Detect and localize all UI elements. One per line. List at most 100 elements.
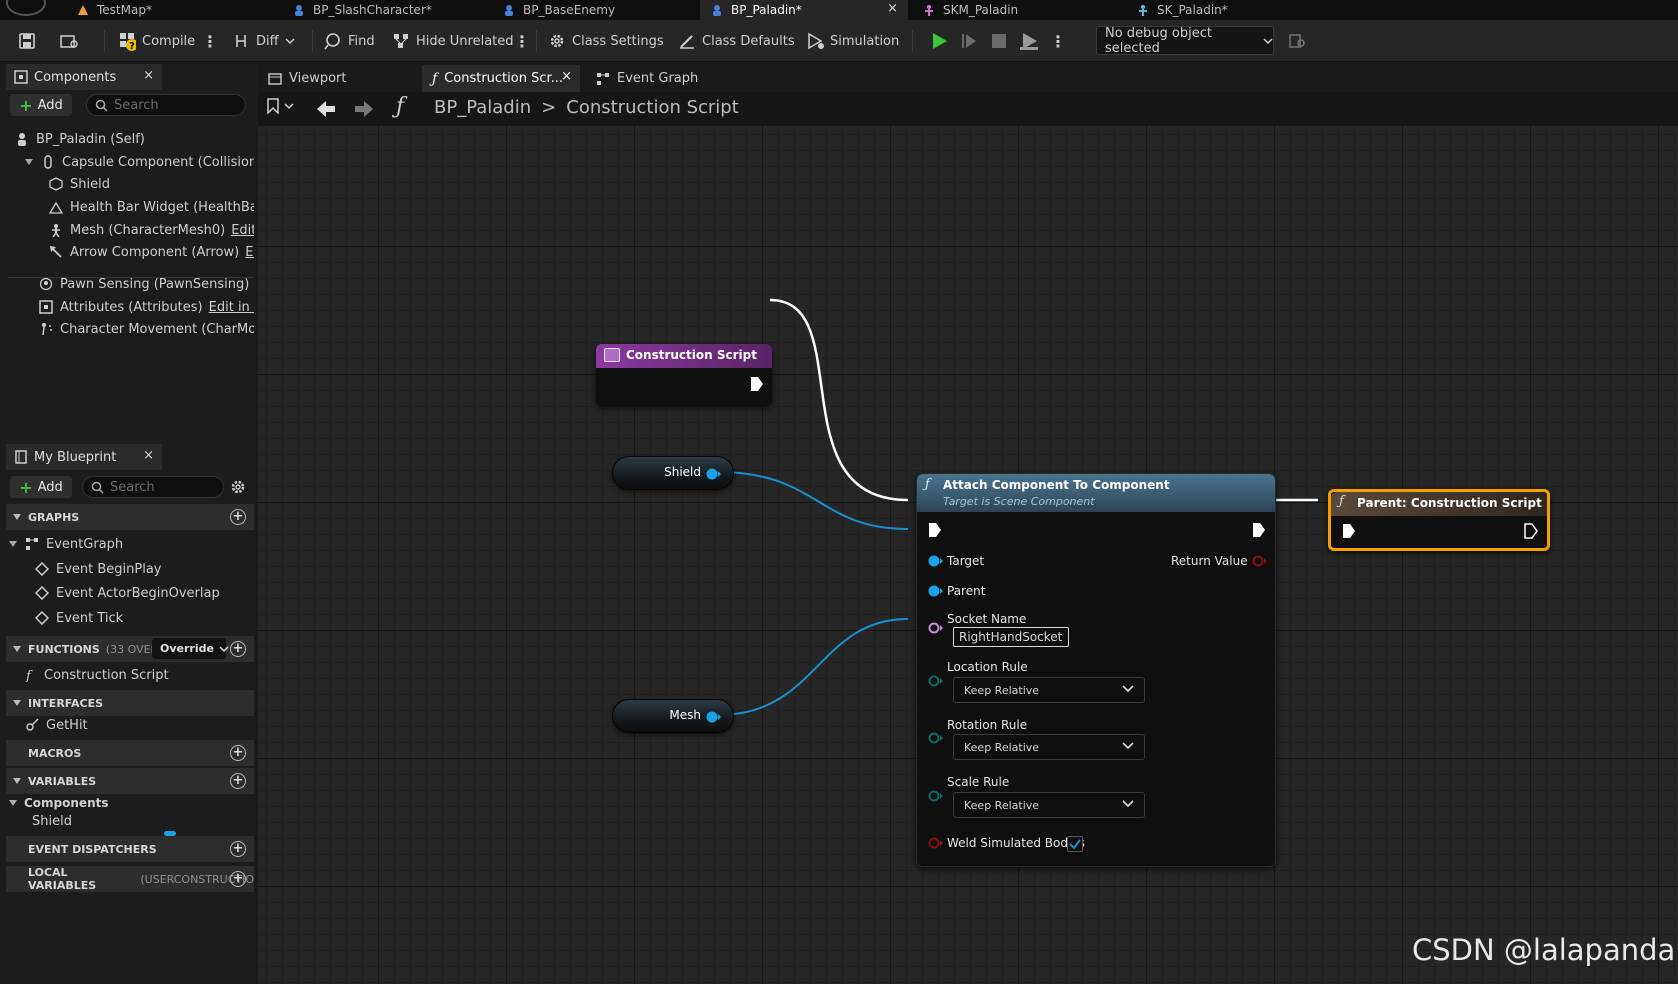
exec-out-pin-icon[interactable] <box>749 376 765 392</box>
location-rule-pin-icon[interactable] <box>927 673 943 689</box>
attach-component-node[interactable]: ƒ Attach Component To Component Target i… <box>916 473 1276 867</box>
add-variable-icon[interactable]: + <box>230 773 246 789</box>
edit-link[interactable]: Edit <box>245 245 254 260</box>
compile-button[interactable]: ? Compile <box>114 28 199 54</box>
component-arrow[interactable]: Arrow Component (Arrow) Edit <box>48 241 254 263</box>
my-blueprint-search-input[interactable]: Search <box>82 476 224 498</box>
browse-button[interactable] <box>56 28 82 54</box>
component-charmovement[interactable]: Character Movement (CharMove( <box>38 318 254 340</box>
component-shield[interactable]: Shield <box>48 173 254 195</box>
add-macro-icon[interactable]: + <box>230 745 246 761</box>
function-construction-script[interactable]: f Construction Script <box>22 664 248 686</box>
collapse-arrow-icon[interactable] <box>8 798 18 808</box>
settings-gear-icon[interactable] <box>230 479 246 495</box>
play-options-button[interactable]: ⋮ <box>1046 28 1070 54</box>
component-capsule[interactable]: Capsule Component (CollisionCyli <box>24 151 254 173</box>
eject-button[interactable] <box>1016 28 1042 54</box>
exec-out-pin-icon[interactable] <box>1251 522 1267 538</box>
socket-name-pin-icon[interactable] <box>927 620 943 636</box>
variables-section-header[interactable]: VARIABLES + <box>6 768 254 794</box>
weld-checkbox[interactable] <box>1067 836 1083 852</box>
play-button[interactable] <box>926 28 952 54</box>
stop-button[interactable] <box>986 28 1012 54</box>
local-variables-section-header[interactable]: LOCAL VARIABLES (USERCONSTRUCTIO + <box>6 866 254 892</box>
construction-script-node[interactable]: Construction Script <box>596 344 772 406</box>
tab-bp-baseenemy[interactable]: BP_BaseEnemy <box>492 0 688 20</box>
debug-find-button[interactable] <box>1284 28 1310 54</box>
edit-link[interactable]: Edit in <box>231 223 254 238</box>
forward-arrow-icon[interactable] <box>354 100 374 118</box>
class-settings-button[interactable]: Class Settings <box>544 28 668 54</box>
shield-variable-node[interactable]: Shield <box>612 456 734 490</box>
event-tick[interactable]: Event Tick <box>34 607 248 629</box>
add-function-icon[interactable]: + <box>230 641 246 657</box>
edit-link[interactable]: Edit in C++ <box>209 300 254 315</box>
tab-skm-paladin[interactable]: SKM_Paladin <box>912 0 1112 20</box>
return-value-pin-icon[interactable] <box>1251 553 1267 569</box>
variable-shield[interactable]: Shield <box>32 810 248 832</box>
event-dispatchers-section-header[interactable]: EVENT DISPATCHERS + <box>6 836 254 862</box>
bookmark-button[interactable] <box>266 98 294 114</box>
component-self[interactable]: BP_Paladin (Self) <box>14 128 254 150</box>
collapse-arrow-icon[interactable] <box>8 539 18 549</box>
scale-rule-pin-icon[interactable] <box>927 788 943 804</box>
graphs-section-header[interactable]: GRAPHS + <box>6 504 254 530</box>
save-button[interactable] <box>14 28 40 54</box>
debug-object-select[interactable]: No debug object selected <box>1096 26 1274 56</box>
tab-viewport[interactable]: Viewport <box>258 65 416 92</box>
exec-in-pin-icon[interactable] <box>1341 523 1357 539</box>
socket-name-input[interactable]: RightHandSocket <box>953 627 1069 647</box>
tab-close-icon[interactable]: × <box>561 69 572 84</box>
interface-gethit[interactable]: GetHit <box>24 714 248 736</box>
components-panel-tab[interactable]: Components × <box>6 64 162 90</box>
functions-section-header[interactable]: FUNCTIONS (33 OVERRI Override + <box>6 636 254 662</box>
rotation-rule-pin-icon[interactable] <box>927 730 943 746</box>
hide-unrelated-options-button[interactable]: ⋮ <box>510 28 534 54</box>
macros-section-header[interactable]: MACROS + <box>6 740 254 766</box>
event-beginplay[interactable]: Event BeginPlay <box>34 558 248 580</box>
expand-arrow-icon[interactable] <box>24 157 34 167</box>
back-arrow-icon[interactable] <box>316 100 336 118</box>
weld-pin-icon[interactable] <box>927 835 943 851</box>
exec-out-pin-icon[interactable] <box>1523 523 1539 539</box>
unreal-logo-icon[interactable] <box>6 0 46 16</box>
component-mesh[interactable]: Mesh (CharacterMesh0) Edit in <box>48 219 254 241</box>
object-out-pin-icon[interactable] <box>705 466 721 482</box>
parent-construction-script-node[interactable]: ƒ Parent: Construction Script <box>1328 489 1550 551</box>
object-out-pin-icon[interactable] <box>705 709 721 725</box>
component-pawnsensing[interactable]: Pawn Sensing (PawnSensing) Ec <box>38 273 254 295</box>
component-attributes[interactable]: Attributes (Attributes) Edit in C++ <box>38 296 254 318</box>
tab-testmap[interactable]: TestMap* <box>66 0 262 20</box>
add-graph-icon[interactable]: + <box>230 509 246 525</box>
override-dropdown[interactable]: Override <box>152 638 229 659</box>
mesh-variable-node[interactable]: Mesh <box>612 699 734 733</box>
my-blueprint-panel-tab[interactable]: My Blueprint × <box>6 444 162 470</box>
exec-in-pin-icon[interactable] <box>927 522 943 538</box>
add-local-variable-icon[interactable]: + <box>230 871 246 887</box>
graph-eventgraph[interactable]: EventGraph <box>8 533 248 555</box>
tab-construction-script[interactable]: ƒ Construction Scr... × <box>422 65 580 92</box>
tab-bp-slashcharacter[interactable]: BP_SlashCharacter* <box>282 0 478 20</box>
add-dispatcher-icon[interactable]: + <box>230 841 246 857</box>
close-icon[interactable]: × <box>143 448 154 463</box>
rotation-rule-select[interactable]: Keep Relative <box>953 734 1145 760</box>
location-rule-select[interactable]: Keep Relative <box>953 677 1145 703</box>
class-defaults-button[interactable]: Class Defaults <box>674 28 799 54</box>
hide-unrelated-button[interactable]: Hide Unrelated <box>388 28 518 54</box>
diff-button[interactable]: Diff <box>228 28 299 54</box>
graph-canvas[interactable]: Construction Script Shield Mesh ƒ Attach… <box>258 126 1678 984</box>
close-icon[interactable]: × <box>143 68 154 83</box>
compile-options-button[interactable]: ⋮ <box>198 28 222 54</box>
components-search-input[interactable]: Search <box>86 94 246 116</box>
tab-sk-paladin[interactable]: SK_Paladin* <box>1126 0 1326 20</box>
find-button[interactable]: Find <box>320 28 379 54</box>
tab-event-graph[interactable]: Event Graph <box>586 65 726 92</box>
scale-rule-select[interactable]: Keep Relative <box>953 792 1145 818</box>
breadcrumb-blueprint[interactable]: BP_Paladin <box>434 97 531 118</box>
tab-bp-paladin[interactable]: BP_Paladin* × <box>700 0 908 20</box>
breadcrumb-graph[interactable]: Construction Script <box>566 97 739 118</box>
component-healthbar[interactable]: Health Bar Widget (HealthBar) ! <box>48 196 254 218</box>
add-member-button[interactable]: + Add <box>10 476 72 498</box>
simulation-button[interactable]: Simulation <box>802 28 903 54</box>
interfaces-section-header[interactable]: INTERFACES <box>6 690 254 716</box>
